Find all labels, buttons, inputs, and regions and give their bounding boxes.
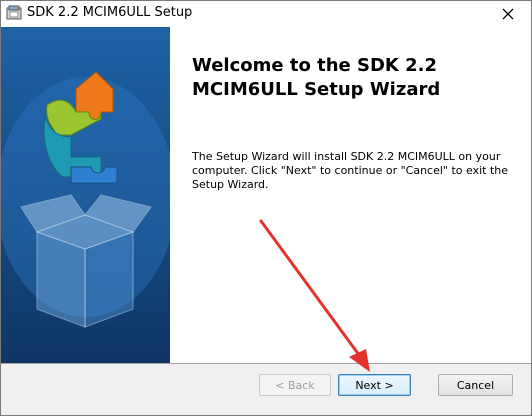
installer-icon bbox=[6, 5, 22, 21]
close-icon[interactable] bbox=[502, 8, 514, 20]
open-box-icon bbox=[20, 194, 152, 328]
puzzle-box-illustration bbox=[1, 71, 170, 328]
setup-window: SDK 2.2 MCIM6ULL Setup Welcome to the SD… bbox=[0, 0, 532, 416]
welcome-description: The Setup Wizard will install SDK 2.2 MC… bbox=[192, 150, 509, 191]
wizard-sidebar-banner bbox=[1, 27, 170, 363]
footer-divider bbox=[1, 363, 531, 364]
page-title: Welcome to the SDK 2.2 MCIM6ULL Setup Wi… bbox=[192, 55, 441, 100]
title-bar: SDK 2.2 MCIM6ULL Setup bbox=[1, 1, 531, 27]
next-button[interactable]: Next > bbox=[338, 374, 411, 396]
close-button[interactable] bbox=[495, 5, 521, 23]
cancel-button[interactable]: Cancel bbox=[438, 374, 513, 396]
window-title: SDK 2.2 MCIM6ULL Setup bbox=[27, 5, 193, 20]
back-button[interactable]: < Back bbox=[259, 374, 331, 396]
welcome-panel: Welcome to the SDK 2.2 MCIM6ULL Setup Wi… bbox=[170, 27, 531, 363]
